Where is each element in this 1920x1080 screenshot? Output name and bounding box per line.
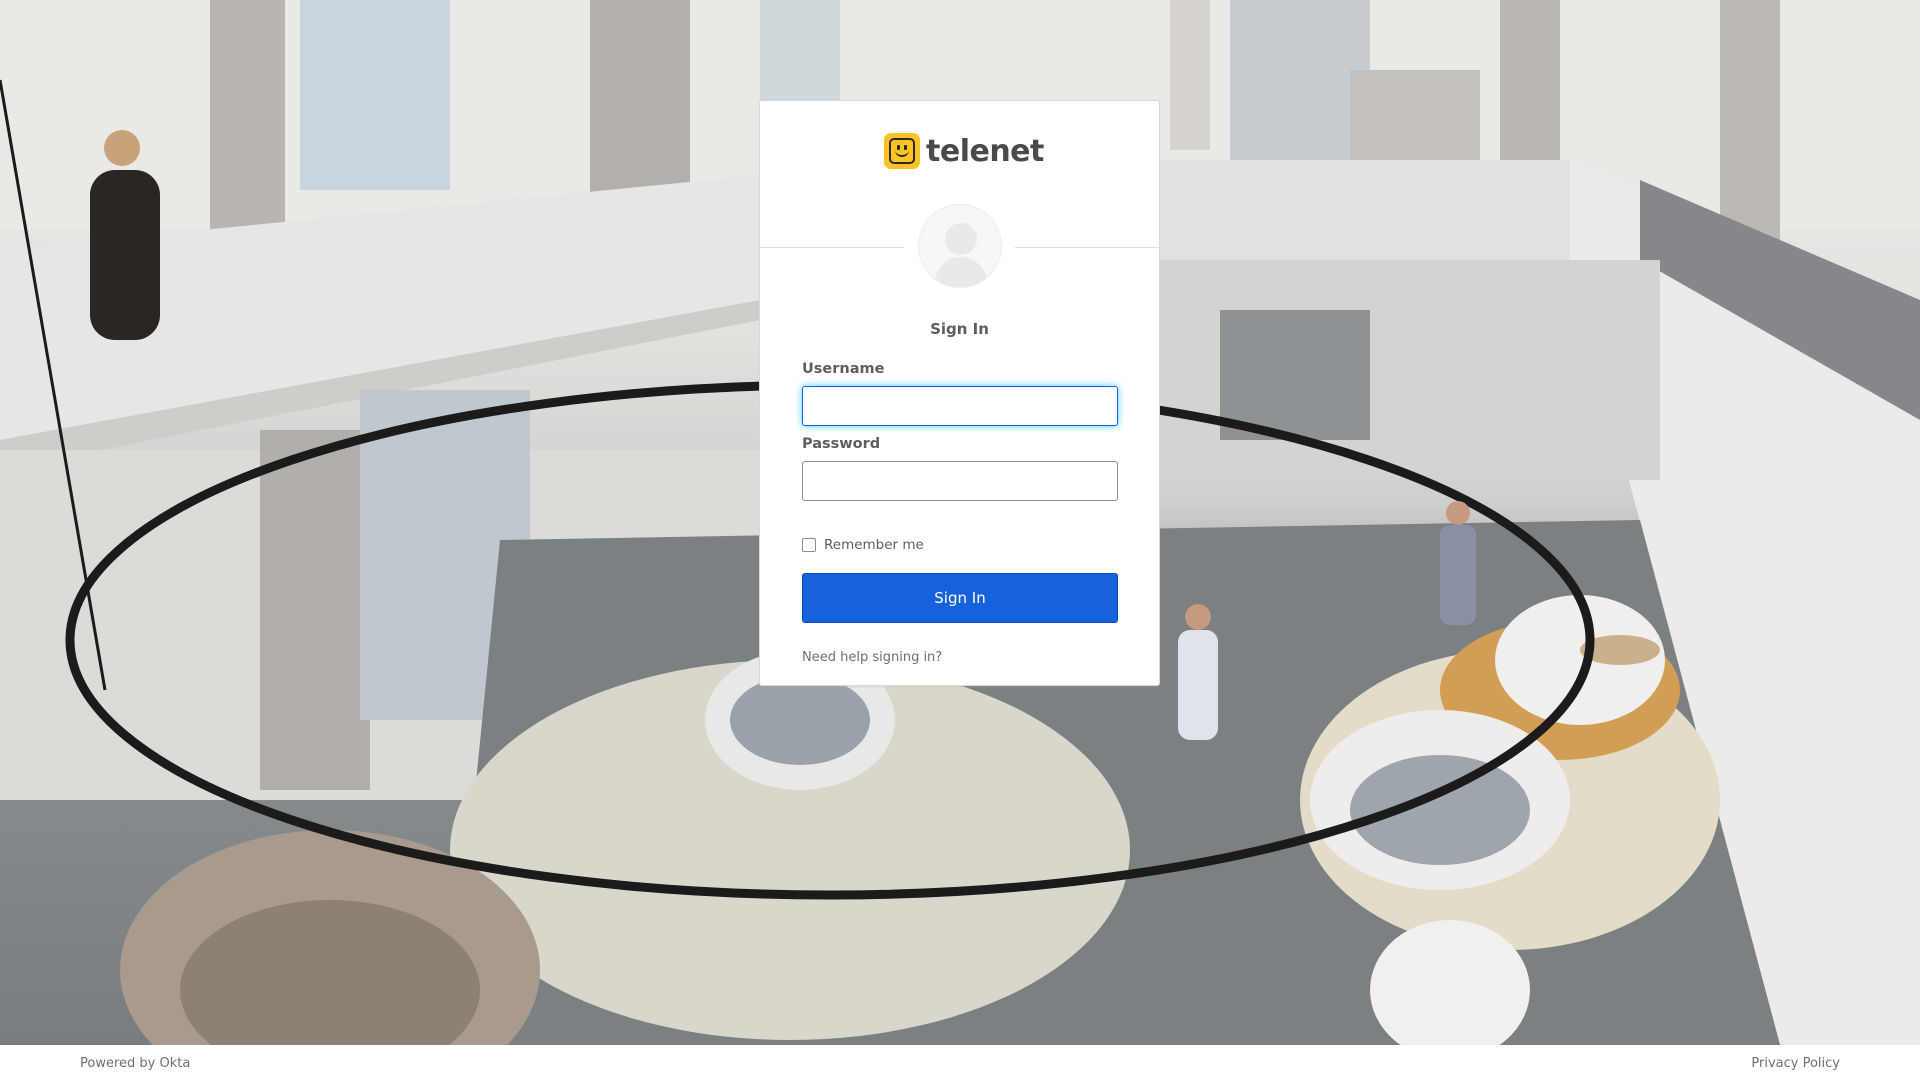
header-divider-left	[760, 247, 904, 248]
password-label: Password	[802, 436, 881, 452]
username-label: Username	[802, 361, 885, 377]
footer: Powered by Okta Privacy Policy	[0, 1045, 1920, 1080]
privacy-policy-link[interactable]: Privacy Policy	[1751, 1056, 1840, 1071]
telenet-logo: telenet	[884, 131, 1044, 171]
telenet-smiley-icon	[884, 133, 920, 169]
username-input[interactable]	[802, 386, 1118, 426]
user-silhouette-icon	[918, 204, 1002, 288]
login-card: telenet Sign In Username Password Rememb…	[759, 100, 1160, 686]
sign-in-title: Sign In	[930, 320, 989, 338]
remember-me-checkbox[interactable]	[802, 538, 816, 552]
password-input[interactable]	[802, 461, 1118, 501]
sign-in-button[interactable]: Sign In	[802, 573, 1118, 623]
need-help-link[interactable]: Need help signing in?	[802, 650, 942, 665]
header-divider-right	[1015, 247, 1159, 248]
remember-me-row[interactable]: Remember me	[802, 537, 924, 553]
brand-name: telenet	[926, 133, 1044, 169]
remember-me-label[interactable]: Remember me	[824, 537, 924, 553]
powered-by-okta: Powered by Okta	[80, 1056, 191, 1071]
